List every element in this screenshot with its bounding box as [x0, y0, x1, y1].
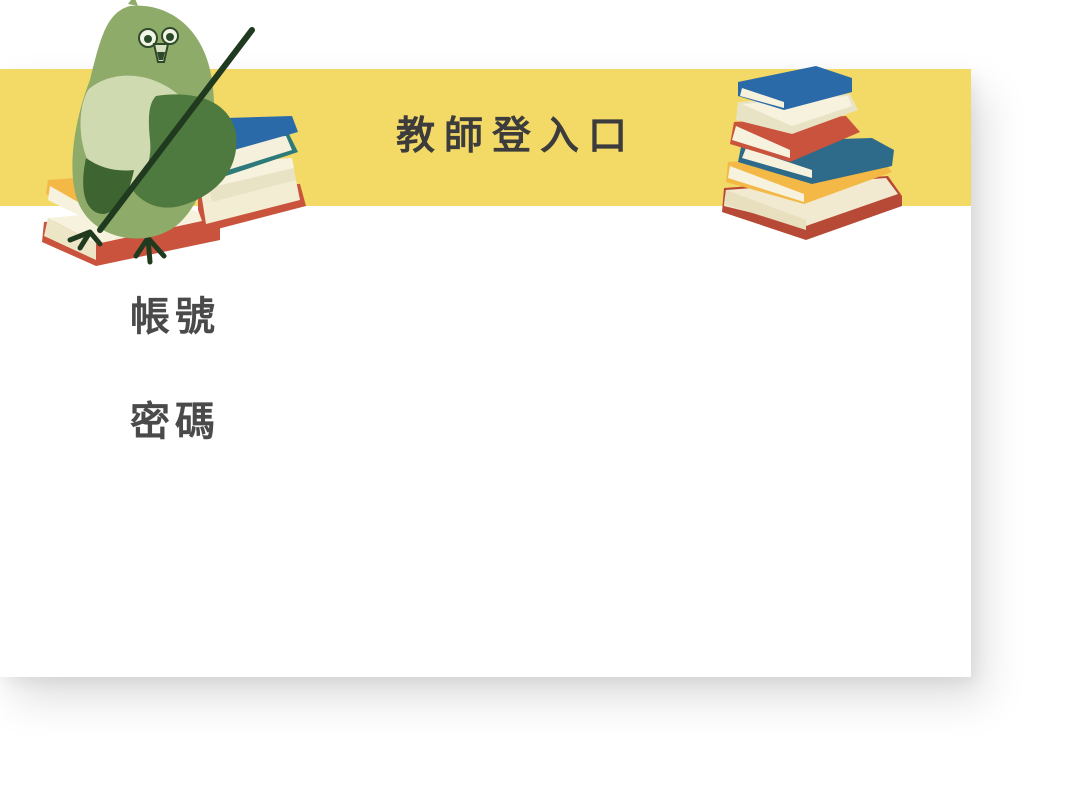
- account-label: 帳號: [130, 294, 220, 340]
- account-field: 帳號: [130, 295, 910, 351]
- page-title: 教師登入口: [396, 114, 637, 159]
- password-field: 密碼: [130, 400, 910, 456]
- password-input[interactable]: [280, 400, 884, 454]
- book-stack-illustration-right: [722, 66, 902, 240]
- account-input[interactable]: [280, 295, 884, 349]
- login-page: 教師登入口 帳號 密碼: [0, 0, 1090, 811]
- owl-mascot-icon: [67, 0, 255, 265]
- password-label: 密碼: [130, 399, 220, 445]
